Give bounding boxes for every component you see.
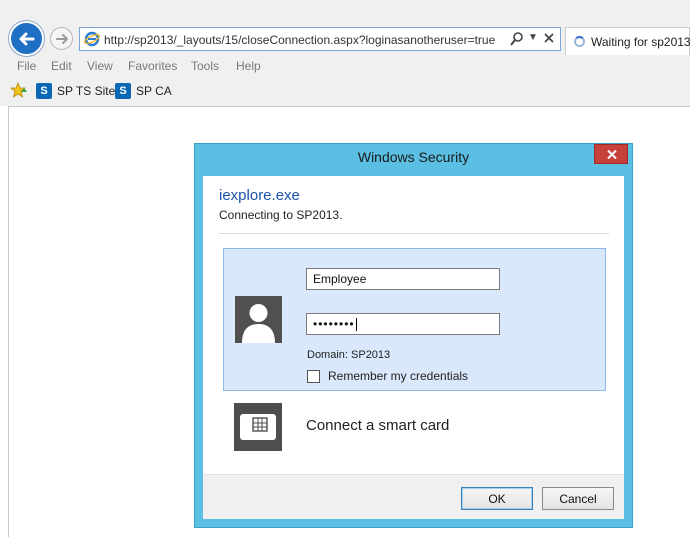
ok-button[interactable]: OK: [461, 487, 533, 510]
user-avatar-icon: [235, 296, 282, 343]
username-field[interactable]: Employee: [306, 268, 500, 290]
stop-icon[interactable]: [542, 31, 556, 47]
menu-help[interactable]: Help: [236, 59, 261, 73]
back-button[interactable]: [9, 21, 44, 56]
smart-card-icon[interactable]: [234, 403, 282, 451]
address-dropdown-icon[interactable]: ▼: [528, 32, 538, 43]
divider: [219, 233, 609, 234]
internet-explorer-icon: [84, 31, 100, 47]
search-icon[interactable]: [510, 31, 524, 47]
favorite-sp-ts-site[interactable]: S SP TS Site: [36, 82, 115, 100]
menu-bar: File Edit View Favorites Tools Help: [0, 58, 690, 78]
cancel-button[interactable]: Cancel: [542, 487, 614, 510]
dialog-footer: OK Cancel: [203, 474, 624, 519]
close-icon: [607, 150, 617, 159]
address-url[interactable]: http://sp2013/_layouts/15/closeConnectio…: [104, 33, 495, 47]
close-button[interactable]: [594, 144, 628, 164]
sharepoint-icon: S: [115, 83, 131, 99]
favorite-label: SP TS Site: [57, 84, 116, 98]
menu-edit[interactable]: Edit: [51, 59, 72, 73]
favorites-bar: S SP TS Site S SP CA: [0, 80, 690, 102]
remember-label: Remember my credentials: [328, 369, 469, 383]
password-field[interactable]: ••••••••: [306, 313, 500, 335]
favorite-label: SP CA: [136, 84, 172, 98]
app-name: iexplore.exe: [219, 187, 300, 204]
menu-file[interactable]: File: [17, 59, 36, 73]
remember-checkbox[interactable]: [307, 369, 320, 383]
back-arrow-icon: [19, 32, 35, 46]
favorites-star-icon[interactable]: [10, 82, 28, 99]
text-caret: [355, 318, 357, 332]
tab-title: Waiting for sp2013: [591, 35, 690, 49]
connecting-text: Connecting to SP2013.: [219, 208, 343, 222]
sharepoint-icon: S: [36, 83, 52, 99]
menu-tools[interactable]: Tools: [191, 59, 219, 73]
forward-arrow-icon: [56, 34, 68, 44]
remember-credentials[interactable]: Remember my credentials: [307, 369, 468, 383]
windows-security-dialog: Windows Security iexplore.exe Connecting…: [194, 143, 633, 528]
menu-favorites[interactable]: Favorites: [128, 59, 177, 73]
browser-chrome: http://sp2013/_layouts/15/closeConnectio…: [0, 0, 690, 106]
domain-text: Domain: SP2013: [307, 349, 391, 361]
forward-button[interactable]: [50, 27, 73, 50]
menu-view[interactable]: View: [87, 59, 113, 73]
favorite-sp-ca[interactable]: S SP CA: [115, 82, 172, 100]
dialog-body: iexplore.exe Connecting to SP2013. Emplo…: [203, 176, 624, 519]
tab-waiting[interactable]: Waiting for sp2013: [565, 27, 690, 55]
dialog-title: Windows Security: [357, 149, 470, 165]
smart-card-option[interactable]: Connect a smart card: [306, 417, 449, 434]
address-bar[interactable]: http://sp2013/_layouts/15/closeConnectio…: [79, 27, 561, 51]
credential-panel[interactable]: Employee •••••••• Domain: SP2013 Remembe…: [223, 248, 606, 391]
loading-spinner-icon: [574, 36, 585, 47]
password-mask: ••••••••: [313, 317, 355, 331]
